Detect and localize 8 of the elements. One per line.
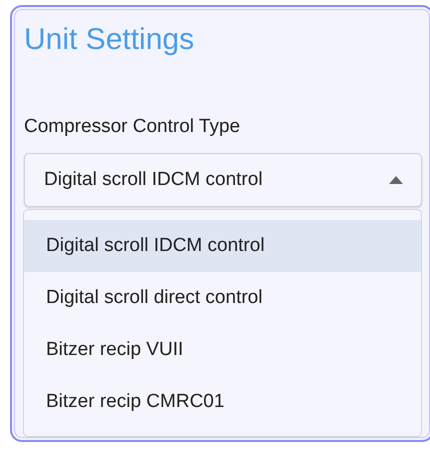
caret-icon <box>389 176 403 184</box>
compressor-type-select[interactable]: Digital scroll IDCM control <box>24 153 422 207</box>
card-title: Unit Settings <box>24 22 196 58</box>
dropdown-option[interactable]: Bitzer recip CMRC01 <box>24 376 421 428</box>
field-label: Compressor Control Type <box>24 115 242 139</box>
dropdown-option[interactable]: Digital scroll direct control <box>24 272 421 324</box>
dropdown-option[interactable]: Digital scroll IDCM control <box>24 220 421 272</box>
dropdown-option[interactable]: Bitzer recip VUII <box>24 324 421 376</box>
